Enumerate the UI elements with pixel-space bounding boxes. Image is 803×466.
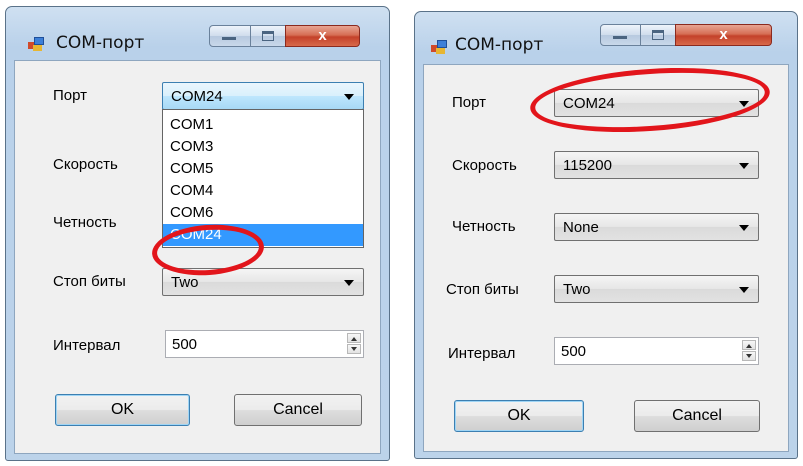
interval-stepper[interactable]: 500: [165, 330, 364, 358]
minimize-button[interactable]: [209, 25, 251, 47]
spin-down-icon[interactable]: [347, 344, 361, 354]
port-option[interactable]: COM6: [163, 202, 363, 224]
chevron-down-icon: [344, 94, 354, 100]
spin-down-icon[interactable]: [742, 351, 756, 361]
close-button[interactable]: x: [285, 25, 360, 47]
port-combobox[interactable]: COM24: [162, 82, 364, 110]
spin-up-icon[interactable]: [347, 333, 361, 343]
interval-stepper[interactable]: 500: [554, 337, 759, 365]
speed-value: 115200: [563, 157, 612, 174]
speed-label: Скорость: [452, 157, 517, 174]
spin-up-icon[interactable]: [742, 340, 756, 350]
speed-combobox[interactable]: 115200: [554, 151, 759, 179]
port-option[interactable]: COM1: [163, 114, 363, 136]
port-option[interactable]: COM4: [163, 180, 363, 202]
dialog-client-area: Порт COM24 Скорость Четность Стоп биты T…: [14, 60, 381, 454]
cancel-button[interactable]: Cancel: [234, 394, 362, 426]
chevron-down-icon: [739, 163, 749, 169]
chevron-down-icon: [344, 280, 354, 286]
port-label: Порт: [452, 94, 487, 111]
port-label: Порт: [53, 87, 88, 104]
stop-bits-label: Стоп биты: [53, 273, 126, 290]
close-icon: x: [318, 27, 327, 44]
cancel-button[interactable]: Cancel: [634, 400, 760, 432]
interval-label: Интервал: [53, 337, 121, 354]
window-title: COM-порт: [455, 35, 544, 55]
stop-bits-combobox[interactable]: Two: [554, 275, 759, 303]
minimize-button[interactable]: [600, 24, 641, 46]
ok-button[interactable]: OK: [55, 394, 190, 426]
parity-combobox[interactable]: None: [554, 213, 759, 241]
interval-value: 500: [561, 343, 587, 360]
stop-bits-value: Two: [563, 281, 591, 298]
maximize-icon: [262, 31, 274, 41]
maximize-button[interactable]: [640, 24, 676, 46]
minimize-icon: [222, 37, 236, 40]
com-port-dialog-right: COM-порт x Порт COM24 Скорость 115200 Че…: [414, 11, 798, 459]
parity-value: None: [563, 219, 599, 236]
chevron-down-icon: [739, 287, 749, 293]
serial-port-app-icon: [28, 37, 44, 51]
chevron-down-icon: [739, 225, 749, 231]
maximize-icon: [652, 30, 664, 40]
ok-button[interactable]: OK: [454, 400, 584, 432]
interval-label: Интервал: [448, 345, 516, 362]
dialog-client-area: Порт COM24 Скорость 115200 Четность None…: [423, 60, 789, 452]
stop-bits-label: Стоп биты: [446, 281, 519, 298]
port-option[interactable]: COM3: [163, 136, 363, 158]
speed-label: Скорость: [53, 156, 118, 173]
minimize-icon: [613, 36, 627, 39]
close-icon: x: [719, 26, 728, 43]
window-title: COM-порт: [56, 33, 145, 53]
stop-bits-value: Two: [171, 274, 199, 291]
maximize-button[interactable]: [250, 25, 286, 47]
port-option[interactable]: COM5: [163, 158, 363, 180]
interval-value: 500: [172, 336, 198, 353]
parity-label: Четность: [53, 214, 117, 231]
highlight-ring-annotation: [528, 60, 772, 140]
serial-port-app-icon: [431, 40, 447, 54]
parity-label: Четность: [452, 218, 516, 235]
com-port-dialog-left: COM-порт x Порт COM24 Скорость Четность …: [5, 6, 390, 461]
close-button[interactable]: x: [675, 24, 772, 46]
port-value: COM24: [171, 88, 223, 105]
